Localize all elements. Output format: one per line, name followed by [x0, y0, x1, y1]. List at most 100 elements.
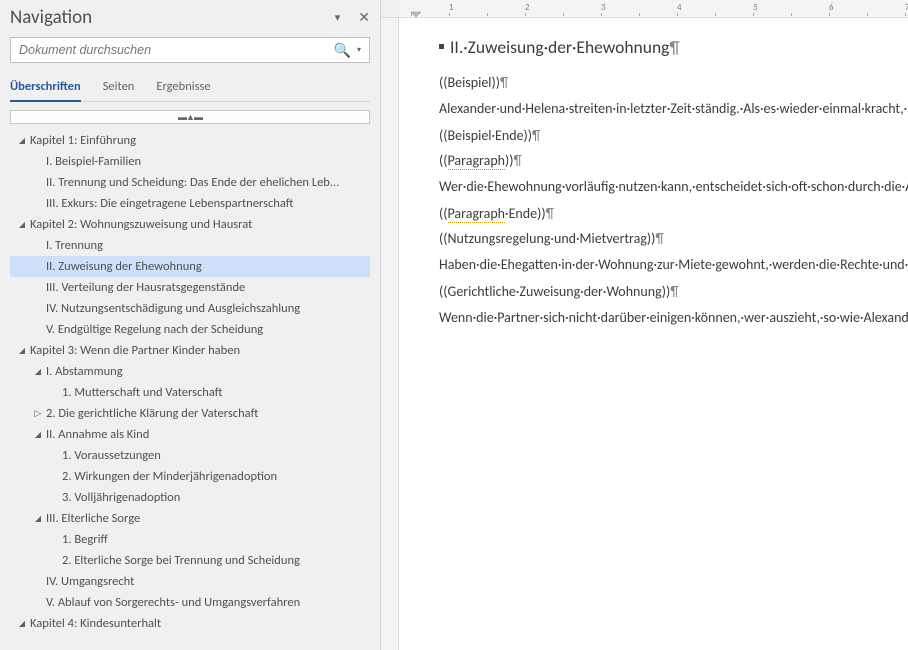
tree-item-k1[interactable]: Kapitel 1: Einführung [10, 130, 370, 151]
vertical-ruler[interactable] [381, 18, 399, 650]
paragraph-beispiel: Alexander·und·Helena·streiten·in·letzter… [439, 99, 908, 119]
tree-item-label: V. Ablauf von Sorgerechts- und Umgangsve… [44, 595, 300, 610]
tree-item-k2d[interactable]: IV. Nutzungsentschädigung und Ausgleichs… [10, 298, 370, 319]
ruler-tick: 5 [753, 2, 791, 13]
tree-item-label: Kapitel 1: Einführung [28, 133, 136, 148]
tree-item-label: II. Trennung und Scheidung: Das Ende der… [44, 175, 339, 190]
tree-item-label: 2. Die gerichtliche Klärung der Vatersch… [44, 406, 258, 421]
indent-marker-icon[interactable] [411, 8, 421, 18]
tree-item-k3b1[interactable]: 1. Voraussetzungen [10, 445, 370, 466]
paragraph-main: Wer·die·Ehewohnung·vorläufig·nutzen·kann… [439, 177, 908, 197]
ruler-tick [715, 2, 753, 13]
tree-item-k3b[interactable]: II. Annahme als Kind [10, 424, 370, 445]
expand-arrow-icon[interactable] [16, 343, 28, 356]
tree-item-label: II. Annahme als Kind [44, 427, 149, 442]
tree-item-k2e[interactable]: V. Endgültige Regelung nach der Scheidun… [10, 319, 370, 340]
heading-2: II.·Zuweisung·der·Ehewohnung¶ [439, 36, 908, 58]
nav-options-chevron-icon[interactable]: ▾ [335, 11, 341, 24]
tab-pages[interactable]: Seiten [103, 75, 135, 101]
ruler-tick: 1 [449, 2, 487, 13]
tree-item-label: IV. Umgangsrecht [44, 574, 134, 589]
ruler-tick: 3 [601, 2, 639, 13]
tree-item-label: IV. Nutzungsentschädigung und Ausgleichs… [44, 301, 300, 316]
expand-arrow-icon[interactable] [16, 217, 28, 230]
tree-item-label: Kapitel 3: Wenn die Partner Kinder haben [28, 343, 240, 358]
ruler-tick: 2 [525, 2, 563, 13]
marker-beispiel-ende: ((Beispiel·Ende))¶ [439, 127, 908, 144]
tree-item-k2a[interactable]: I. Trennung [10, 235, 370, 256]
horizontal-ruler[interactable]: 12345678910111213 [381, 0, 908, 18]
tree-item-label: V. Endgültige Regelung nach der Scheidun… [44, 322, 263, 337]
tree-item-k3b2[interactable]: 2. Wirkungen der Minderjährigenadoption [10, 466, 370, 487]
tree-item-label: 1. Begriff [60, 532, 108, 547]
nav-close-icon[interactable]: ✕ [358, 9, 370, 26]
tree-item-label: Kapitel 4: Kindesunterhalt [28, 616, 161, 631]
ruler-tick: 6 [829, 2, 867, 13]
tree-item-label: III. Exkurs: Die eingetragene Lebenspart… [44, 196, 293, 211]
tree-item-label: 2. Wirkungen der Minderjährigenadoption [60, 469, 277, 484]
tree-item-label: 1. Mutterschaft und Vaterschaft [60, 385, 222, 400]
ruler-tick [867, 2, 905, 13]
headings-tree[interactable]: Kapitel 1: Einführung I. Beispiel-Familie… [10, 130, 370, 650]
marker-paragraph-ende: ((Paragraph·Ende))¶ [439, 205, 908, 222]
tab-results[interactable]: Ergebnisse [156, 75, 210, 101]
nav-title: Navigation [10, 6, 92, 29]
ruler-tick: 4 [677, 2, 715, 13]
expand-arrow-icon[interactable] [32, 406, 44, 419]
expand-arrow-icon[interactable] [32, 427, 44, 440]
tree-item-k1a[interactable]: I. Beispiel-Familien [10, 151, 370, 172]
tree-item-label: 2. Elterliche Sorge bei Trennung und Sch… [60, 553, 300, 568]
search-dropdown-icon[interactable]: ▾ [355, 45, 369, 55]
paragraph-gericht: Wenn·die·Partner·sich·nicht·darüber·eini… [439, 308, 908, 328]
nav-tabs: Überschriften Seiten Ergebnisse [10, 75, 370, 102]
expand-arrow-icon[interactable] [32, 511, 44, 524]
marker-gericht: ((Gerichtliche·Zuweisung·der·Wohnung))¶ [439, 283, 908, 300]
paragraph-nutzung: Haben·die·Ehegatten·in·der·Wohnung·zur·M… [439, 255, 908, 275]
ruler-tick [791, 2, 829, 13]
document-page[interactable]: II.·Zuweisung·der·Ehewohnung¶ ((Beispiel… [405, 22, 908, 650]
ruler-tick [487, 2, 525, 13]
tree-item-k1c[interactable]: III. Exkurs: Die eingetragene Lebenspart… [10, 193, 370, 214]
tab-headings[interactable]: Überschriften [10, 75, 81, 102]
tree-item-label: I. Abstammung [44, 364, 123, 379]
tree-item-label: III. Elterliche Sorge [44, 511, 140, 526]
tree-item-k3a2[interactable]: 2. Die gerichtliche Klärung der Vatersch… [10, 403, 370, 424]
tree-item-k3c1[interactable]: 1. Begriff [10, 529, 370, 550]
tree-item-k3a1[interactable]: 1. Mutterschaft und Vaterschaft [10, 382, 370, 403]
tree-item-k3a[interactable]: I. Abstammung [10, 361, 370, 382]
expand-arrow-icon[interactable] [16, 133, 28, 146]
expand-arrow-icon[interactable] [32, 364, 44, 377]
ruler-tick [563, 2, 601, 13]
marker-beispiel: ((Beispiel))¶ [439, 74, 908, 91]
tree-item-label: Kapitel 2: Wohnungszuweisung und Hausrat [28, 217, 252, 232]
marker-paragraph: ((Paragraph))¶ [439, 152, 908, 169]
heading-bullet-icon [439, 44, 444, 49]
jump-to-heading-bar[interactable]: ▬▲▬ [10, 110, 370, 124]
search-box[interactable]: 🔍 ▾ [10, 37, 370, 63]
document-area: 12345678910111213 II.·Zuweisung·der·Ehew… [381, 0, 908, 650]
tree-item-k3b3[interactable]: 3. Volljährigenadoption [10, 487, 370, 508]
tree-item-k2[interactable]: Kapitel 2: Wohnungszuweisung und Hausrat [10, 214, 370, 235]
tree-item-k2b[interactable]: II. Zuweisung der Ehewohnung [10, 256, 370, 277]
tree-item-k1b[interactable]: II. Trennung und Scheidung: Das Ende der… [10, 172, 370, 193]
tree-item-k3e[interactable]: V. Ablauf von Sorgerechts- und Umgangsve… [10, 592, 370, 613]
tree-item-k3c2[interactable]: 2. Elterliche Sorge bei Trennung und Sch… [10, 550, 370, 571]
tree-item-label: II. Zuweisung der Ehewohnung [44, 259, 202, 274]
search-icon[interactable]: 🔍 [328, 42, 355, 59]
expand-arrow-icon[interactable] [16, 616, 28, 629]
tree-item-k3d[interactable]: IV. Umgangsrecht [10, 571, 370, 592]
marker-nutzung: ((Nutzungsregelung·und·Mietvertrag))¶ [439, 230, 908, 247]
tree-item-label: I. Trennung [44, 238, 103, 253]
tree-item-label: I. Beispiel-Familien [44, 154, 141, 169]
tree-item-k4[interactable]: Kapitel 4: Kindesunterhalt [10, 613, 370, 634]
ruler-tick [639, 2, 677, 13]
tree-item-k3[interactable]: Kapitel 3: Wenn die Partner Kinder haben [10, 340, 370, 361]
tree-item-label: 3. Volljährigenadoption [60, 490, 180, 505]
search-input[interactable] [11, 43, 328, 57]
navigation-pane: Navigation ▾ ✕ 🔍 ▾ Überschriften Seiten … [0, 0, 381, 650]
tree-item-label: III. Verteilung der Hausratsgegenstände [44, 280, 245, 295]
tree-item-label: 1. Voraussetzungen [60, 448, 161, 463]
tree-item-k2c[interactable]: III. Verteilung der Hausratsgegenstände [10, 277, 370, 298]
tree-item-k3c[interactable]: III. Elterliche Sorge [10, 508, 370, 529]
nav-header: Navigation ▾ ✕ [10, 6, 370, 37]
